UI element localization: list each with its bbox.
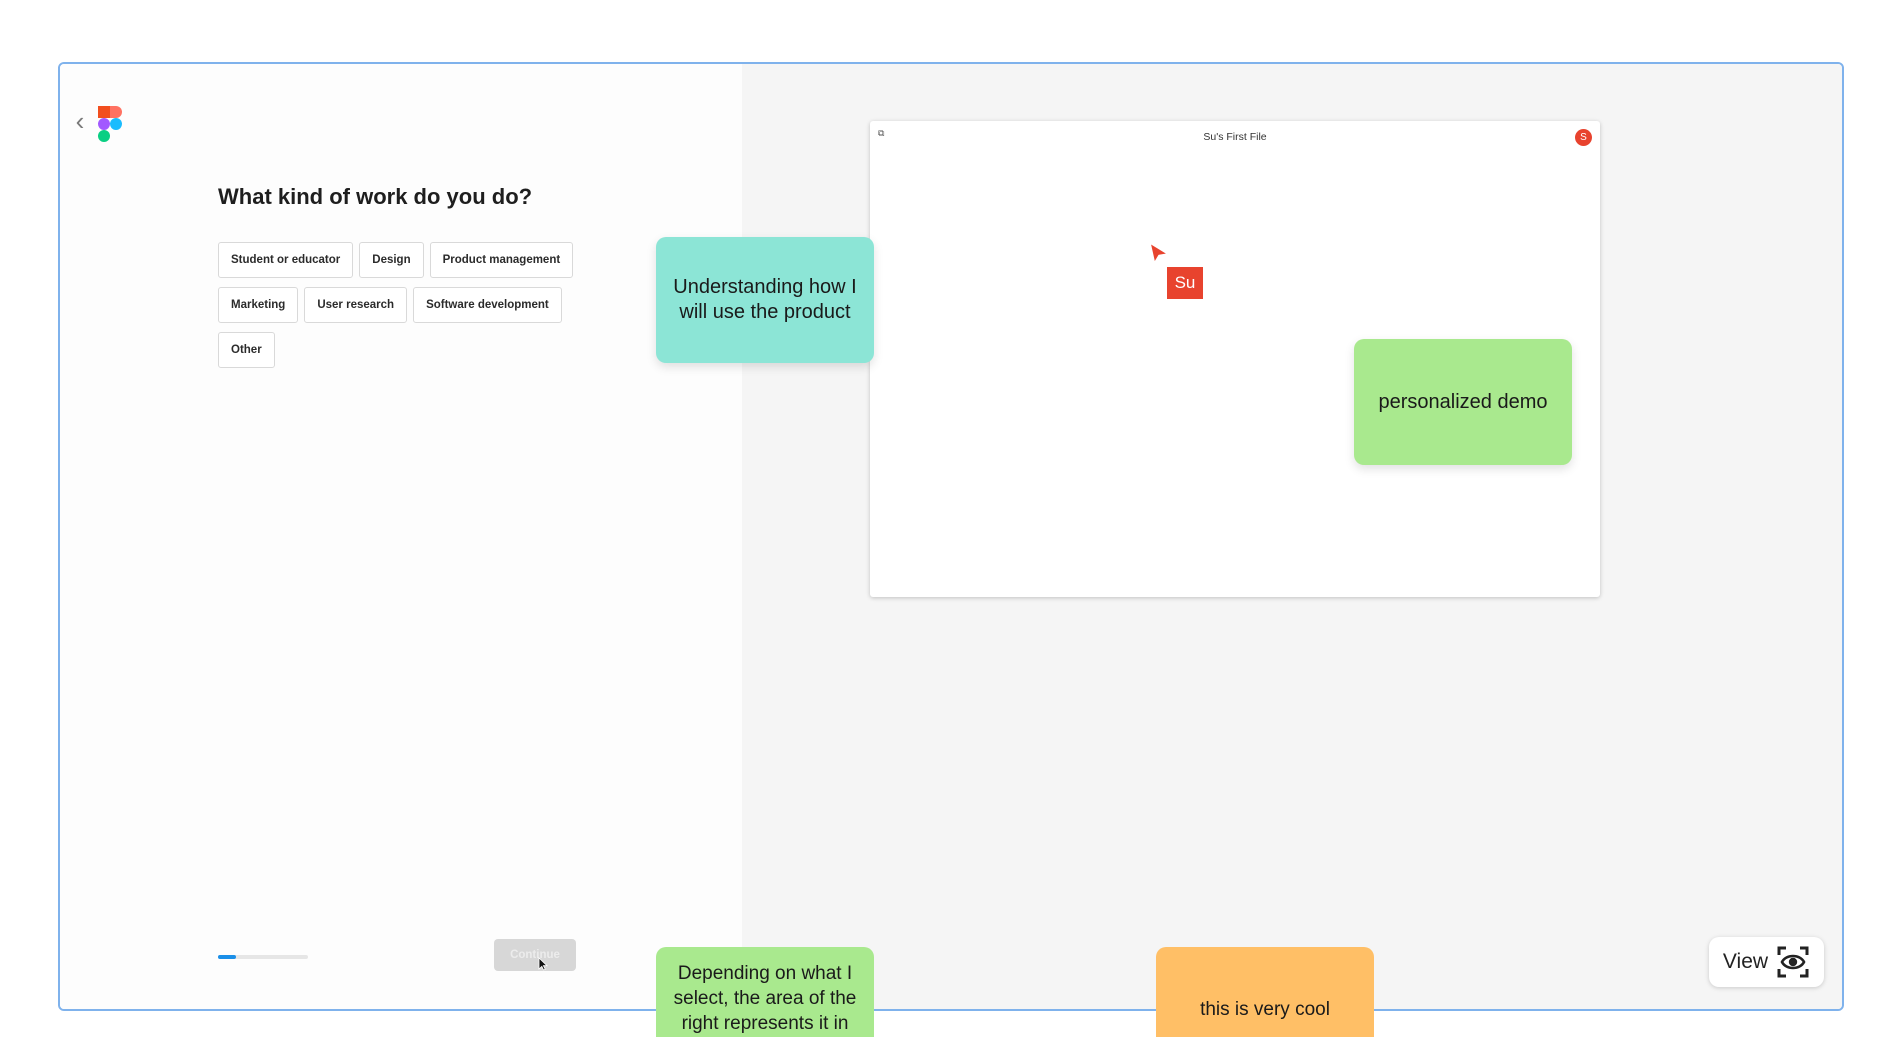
mouse-pointer-icon bbox=[538, 957, 548, 971]
figma-logo-icon bbox=[98, 106, 122, 142]
option-other[interactable]: Other bbox=[218, 332, 275, 368]
option-student-or-educator[interactable]: Student or educator bbox=[218, 242, 354, 278]
option-user-research[interactable]: User research bbox=[304, 287, 408, 323]
view-label: View bbox=[1722, 950, 1769, 973]
file-title: Su's First File bbox=[1203, 131, 1267, 143]
progress-fill bbox=[218, 955, 236, 959]
back-chevron-icon[interactable]: ‹ bbox=[68, 108, 92, 134]
option-product-management[interactable]: Product management bbox=[429, 242, 574, 278]
page-title: What kind of work do you do? bbox=[218, 184, 533, 209]
option-design[interactable]: Design bbox=[359, 242, 424, 278]
view-button[interactable]: View bbox=[1709, 937, 1824, 987]
collaborator-label: Su bbox=[1167, 267, 1203, 299]
collaborator-cursor-icon bbox=[1149, 242, 1169, 264]
sticky-note-teal[interactable]: Understanding how I will use the product bbox=[656, 237, 874, 363]
option-software-development[interactable]: Software development bbox=[413, 287, 562, 323]
option-marketing[interactable]: Marketing bbox=[218, 287, 299, 323]
work-options: Student or educator Design Product managem… bbox=[218, 242, 618, 377]
continue-button[interactable]: Continue bbox=[494, 939, 576, 971]
avatar[interactable]: S bbox=[1575, 129, 1592, 146]
sticky-note-green-bottom[interactable]: Depending on what I select, the area of … bbox=[656, 947, 874, 1037]
onboarding-panel: ‹ What kind of work do you do? Student o… bbox=[60, 64, 742, 1009]
progress-bar bbox=[218, 955, 308, 959]
eye-icon bbox=[1777, 946, 1809, 978]
sticky-note-orange-bottom[interactable]: this is very cool bbox=[1156, 947, 1374, 1037]
sticky-note-green[interactable]: personalized demo bbox=[1354, 339, 1572, 465]
